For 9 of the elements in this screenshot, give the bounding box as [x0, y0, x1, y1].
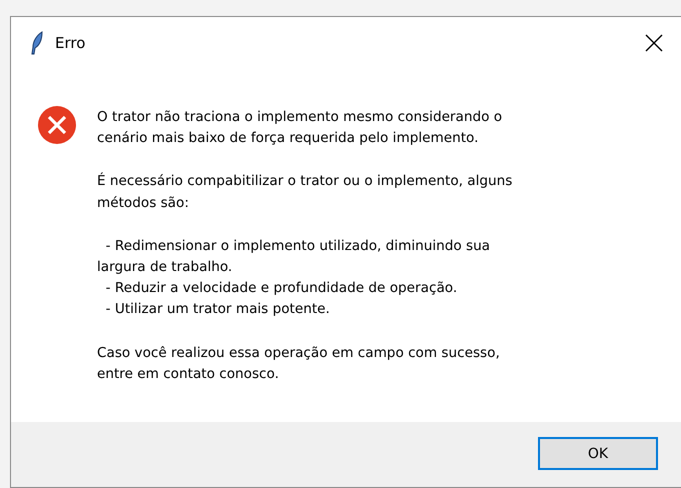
message-paragraph: O trator não traciona o implemento mesmo considerando o cenário mais baixo de força requerida pelo implemento.	[97, 108, 504, 148]
message-paragraph: É necessário compabitilizar o trator ou o implemento, alguns métodos são:	[97, 171, 512, 213]
message-paragraph: - Redimensionar o implemento utilizado, diminuindo sua largura de trabalho. - Reduzir a velocidade e profundidade de operação. - Utilizar um trator mais potente.	[97, 236, 492, 320]
message-paragraph: Caso você realizou essa operação em campo com sucesso, entre em contato conosco.	[97, 344, 501, 384]
feather-icon	[31, 31, 43, 55]
ok-button[interactable]: OK	[538, 437, 658, 470]
close-icon	[645, 34, 663, 52]
window-title: Erro	[55, 34, 86, 52]
error-icon	[37, 105, 77, 145]
